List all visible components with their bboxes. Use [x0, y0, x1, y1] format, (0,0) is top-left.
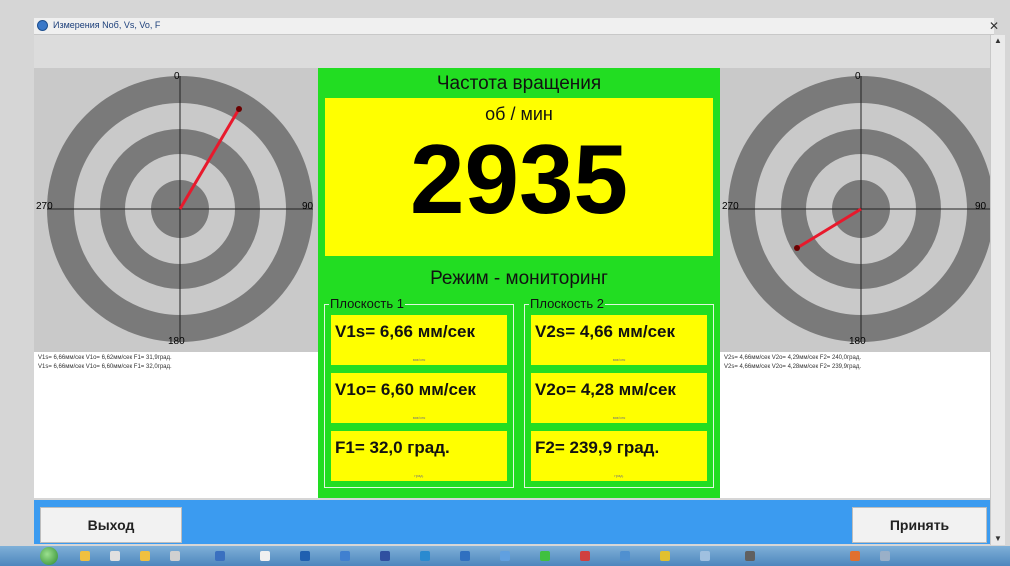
f1-unit-caption: град.: [414, 473, 424, 478]
plane-2-group: Плоскость 2 V2s= 4,66 мм/сек мм/сек V2o=…: [524, 296, 714, 488]
v1o-unit-caption: мм/сек: [412, 415, 426, 420]
dial-label-270: 270: [36, 201, 53, 212]
os-taskbar: [0, 546, 1010, 566]
rpm-value: 2935: [409, 124, 628, 234]
f1-value: F1= 32,0 град.: [335, 438, 450, 457]
taskbar-app-icon[interactable]: [745, 551, 755, 561]
rpm-unit: об / мин: [485, 104, 553, 124]
f1-display: F1= 32,0 град. град.: [331, 431, 507, 481]
taskbar-app-icon[interactable]: [110, 551, 120, 561]
taskbar-app-icon[interactable]: [660, 551, 670, 561]
mode-label: Режим - мониторинг: [430, 268, 608, 289]
panel-title: Частота вращения: [436, 73, 602, 94]
f2-display: F2= 239,9 град. град.: [531, 431, 707, 481]
v1s-display: V1s= 6,66 мм/сек мм/сек: [331, 315, 507, 365]
app-icon: [37, 20, 48, 31]
scroll-up-icon[interactable]: ▲: [991, 35, 1005, 47]
taskbar-app-icon[interactable]: [420, 551, 430, 561]
taskbar-app-icon[interactable]: [170, 551, 180, 561]
rpm-display: об / мин 2935: [325, 98, 713, 256]
dial-label-90: 90: [975, 201, 987, 212]
log-line: V2s= 4,66мм/сек V2o= 4,29мм/сек F2= 240,…: [724, 355, 862, 361]
dial-label-0: 0: [855, 71, 861, 82]
dial-label-180: 180: [168, 336, 185, 347]
f2-value: F2= 239,9 град.: [535, 438, 660, 457]
rpm-monitor-panel: Частота вращения об / мин 2935 Режим - м…: [318, 68, 720, 498]
v2s-value: V2s= 4,66 мм/сек: [535, 322, 676, 341]
start-icon[interactable]: [40, 547, 58, 565]
measurement-window: Измерения Nоб, Vs, Vo, F ✕ ▲ ▼ 0 270 90 …: [0, 0, 1010, 546]
exit-button[interactable]: Выход: [40, 507, 182, 543]
v1o-display: V1o= 6,60 мм/сек мм/сек: [331, 373, 507, 423]
dial-label-180: 180: [849, 336, 866, 347]
v2o-unit-caption: мм/сек: [612, 415, 626, 420]
taskbar-app-icon[interactable]: [620, 551, 630, 561]
vertical-scrollbar[interactable]: ▲ ▼: [990, 35, 1005, 545]
taskbar-app-icon[interactable]: [880, 551, 890, 561]
taskbar-app-icon[interactable]: [80, 551, 90, 561]
v2s-display: V2s= 4,66 мм/сек мм/сек: [531, 315, 707, 365]
log-line: V2s= 4,66мм/сек V2o= 4,28мм/сек F2= 239,…: [724, 364, 862, 370]
accept-button[interactable]: Принять: [852, 507, 987, 543]
plane-2-label: Плоскость 2: [529, 296, 605, 311]
taskbar-app-icon[interactable]: [260, 551, 270, 561]
taskbar-app-icon[interactable]: [500, 551, 510, 561]
taskbar-app-icon[interactable]: [215, 551, 225, 561]
dial-label-0: 0: [174, 71, 180, 82]
toolbar-area: [34, 35, 994, 68]
taskbar-app-icon[interactable]: [300, 551, 310, 561]
f2-unit-caption: град.: [614, 473, 624, 478]
log-line: V1s= 6,66мм/сек V1o= 6,62мм/сек F1= 31,9…: [38, 355, 172, 361]
scroll-down-icon[interactable]: ▼: [991, 533, 1005, 545]
right-readings-log: V2s= 4,66мм/сек V2o= 4,29мм/сек F2= 240,…: [720, 352, 990, 498]
taskbar-app-icon[interactable]: [380, 551, 390, 561]
plane-1-label: Плоскость 1: [329, 296, 405, 311]
taskbar-app-icon[interactable]: [850, 551, 860, 561]
left-polar-dial: 0 270 90 180: [34, 68, 318, 352]
left-readings-log: V1s= 6,66мм/сек V1o= 6,62мм/сек F1= 31,9…: [34, 352, 318, 498]
v1o-value: V1o= 6,60 мм/сек: [335, 380, 476, 399]
close-icon[interactable]: ✕: [988, 20, 1000, 32]
v2s-unit-caption: мм/сек: [612, 357, 626, 362]
title-bar: Измерения Nоб, Vs, Vo, F: [34, 18, 994, 35]
right-polar-dial: 0 270 90 180: [720, 68, 990, 352]
taskbar-app-icon[interactable]: [580, 551, 590, 561]
v1s-value: V1s= 6,66 мм/сек: [335, 322, 476, 341]
taskbar-app-icon[interactable]: [140, 551, 150, 561]
taskbar-app-icon[interactable]: [700, 551, 710, 561]
v2o-value: V2o= 4,28 мм/сек: [535, 380, 676, 399]
taskbar-app-icon[interactable]: [460, 551, 470, 561]
taskbar-app-icon[interactable]: [540, 551, 550, 561]
v1s-unit-caption: мм/сек: [412, 357, 426, 362]
plane-1-group: Плоскость 1 V1s= 6,66 мм/сек мм/сек V1o=…: [324, 296, 514, 488]
v2o-display: V2o= 4,28 мм/сек мм/сек: [531, 373, 707, 423]
taskbar-app-icon[interactable]: [340, 551, 350, 561]
log-line: V1s= 6,66мм/сек V1o= 6,60мм/сек F1= 32,0…: [38, 364, 172, 370]
dial-label-270: 270: [722, 201, 739, 212]
dial-label-90: 90: [302, 201, 314, 212]
window-title: Измерения Nоб, Vs, Vo, F: [53, 20, 161, 30]
